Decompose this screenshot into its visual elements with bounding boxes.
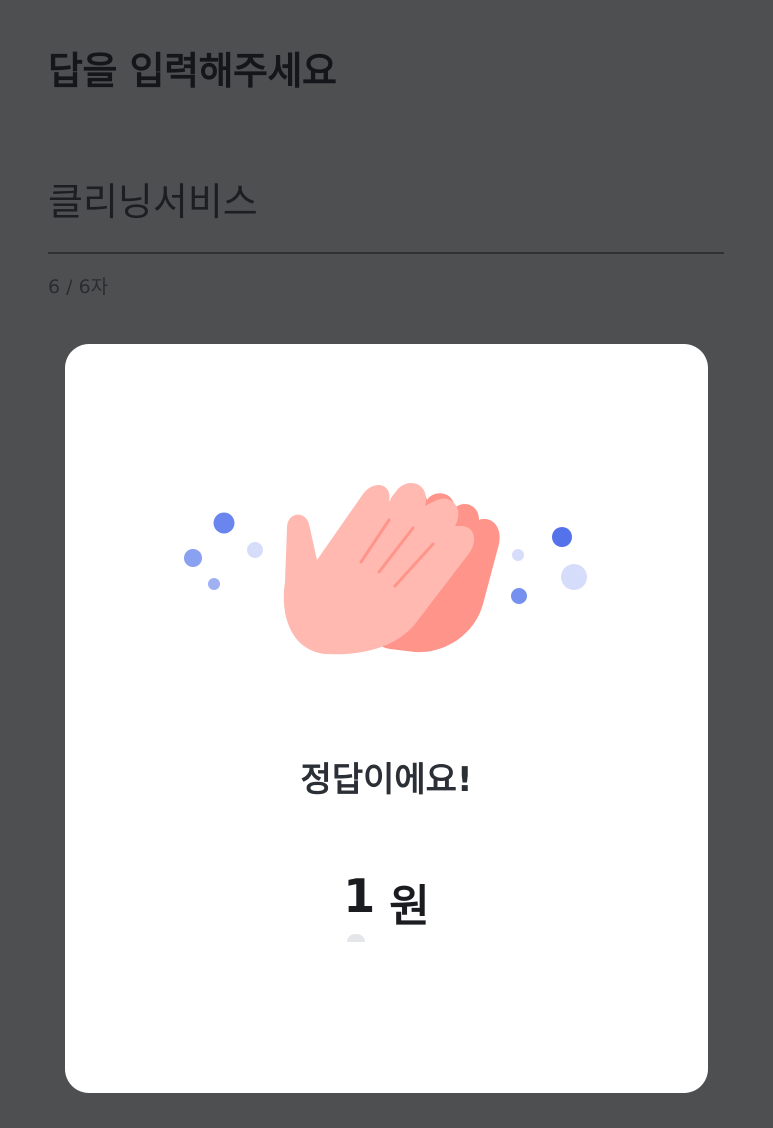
input-underline bbox=[48, 252, 724, 254]
sparkle-dot bbox=[184, 549, 202, 567]
correct-answer-modal: 정답이에요! 1원 bbox=[65, 344, 708, 1093]
reward-amount: 1 bbox=[343, 864, 376, 942]
sparkle-dot bbox=[208, 578, 220, 590]
sparkle-dot bbox=[213, 512, 235, 534]
sparkle-dot bbox=[247, 542, 263, 558]
sparkle-dot bbox=[552, 527, 572, 547]
sparkle-dot bbox=[512, 549, 524, 561]
answer-screen: 답을 입력해주세요 6 / 6자 정답이에요! bbox=[0, 0, 773, 1128]
sparkle-dot bbox=[511, 588, 527, 604]
reward-display: 1원 bbox=[65, 864, 708, 954]
reward-unit: 원 bbox=[389, 881, 430, 932]
sparkle-dot bbox=[561, 564, 587, 590]
answer-input[interactable] bbox=[48, 168, 724, 228]
reward-amount-value: 1 bbox=[343, 869, 376, 923]
rolling-digit-ghost bbox=[347, 934, 366, 942]
clapping-hands-icon bbox=[184, 483, 587, 655]
result-title: 정답이에요! bbox=[300, 760, 473, 800]
page-title: 답을 입력해주세요 bbox=[48, 49, 337, 93]
char-count: 6 / 6자 bbox=[48, 276, 109, 298]
